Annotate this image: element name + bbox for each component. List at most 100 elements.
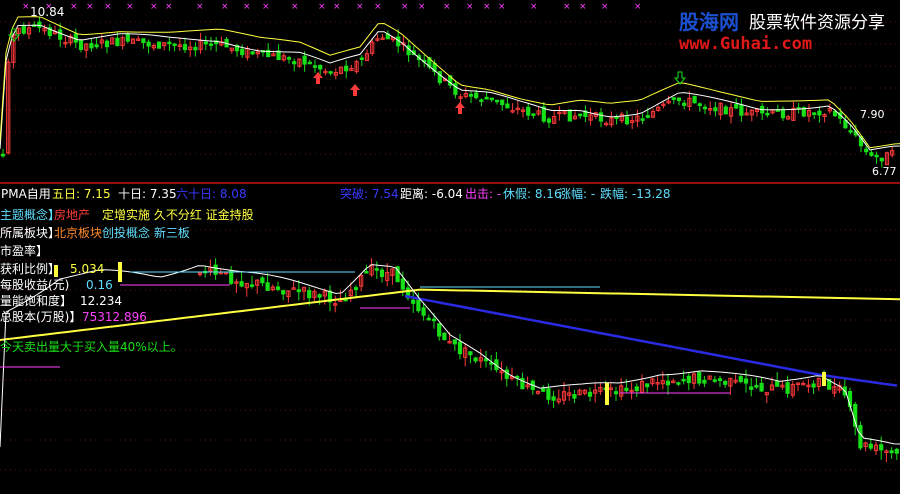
candle-body xyxy=(203,41,208,45)
eps-label: 每股收益(元) xyxy=(0,278,70,292)
candle-body xyxy=(296,289,301,293)
candle-body xyxy=(759,382,764,392)
candlestick-chart[interactable]: × × × × × × × × × × × × × × × × × × × × × × × × × × × × xyxy=(0,0,900,490)
candle-body xyxy=(182,44,188,51)
candle-body xyxy=(146,41,151,47)
candle-body xyxy=(858,425,863,449)
candle-body xyxy=(739,104,744,116)
candle-body xyxy=(634,386,639,392)
signal-marker: × xyxy=(443,2,451,12)
candle-body xyxy=(374,268,379,271)
candle-body xyxy=(249,284,255,287)
signal-marker: × xyxy=(418,2,426,12)
candle-body xyxy=(494,99,500,103)
candle-body xyxy=(452,339,457,345)
candle-body xyxy=(717,378,723,382)
candle-body xyxy=(676,97,682,102)
signal-marker: × xyxy=(22,2,30,12)
candle-body xyxy=(437,323,442,337)
signal-marker: × xyxy=(401,2,409,12)
candle-body xyxy=(640,118,645,121)
highlight-bar xyxy=(822,372,826,386)
candle-body xyxy=(250,51,255,55)
buy-arrow-icon xyxy=(455,102,465,114)
buy-arrow-icon xyxy=(350,84,360,96)
candle-body xyxy=(193,46,198,51)
ma60-value: 六十日: 8.08 xyxy=(176,187,247,201)
candle-body xyxy=(78,39,84,50)
candle-body xyxy=(442,332,447,341)
candle-body xyxy=(624,116,630,125)
exit-value: 出击: - xyxy=(465,187,502,201)
signal-marker: × xyxy=(333,2,341,12)
candle-body xyxy=(505,103,510,109)
eps-value: 0.16 xyxy=(86,278,113,292)
candle-body xyxy=(723,106,728,115)
candle-body xyxy=(208,43,214,46)
sell-arrow-icon xyxy=(673,71,687,85)
concept-sector: 房地产 xyxy=(54,208,91,222)
signal-marker: × xyxy=(530,2,538,12)
candle-body xyxy=(21,25,26,34)
candle-body xyxy=(307,290,312,299)
candle-body xyxy=(531,113,536,116)
watermark-brand: 股海网 xyxy=(679,10,739,34)
candle-body xyxy=(817,110,822,116)
signal-marker: × xyxy=(356,2,364,12)
candle-body xyxy=(292,61,297,65)
candle-body xyxy=(286,57,292,60)
candle-body xyxy=(702,379,707,384)
candle-body xyxy=(260,277,265,284)
candle-body xyxy=(500,99,505,106)
candle-body xyxy=(749,386,754,390)
candle-body xyxy=(811,383,816,388)
candle-body xyxy=(344,65,349,72)
candle-body xyxy=(484,96,489,100)
signal-marker: × xyxy=(262,2,270,12)
signal-marker: × xyxy=(104,2,112,12)
signal-marker: × xyxy=(563,2,571,12)
fall-value: 跌幅: -13.28 xyxy=(600,187,671,201)
candle-body xyxy=(265,282,270,291)
signal-marker: × xyxy=(579,2,587,12)
candle-body xyxy=(702,106,708,110)
candle-body xyxy=(411,299,416,304)
candle-body xyxy=(734,103,739,109)
candle-body xyxy=(775,380,780,387)
candle-body xyxy=(546,118,552,123)
candle-body xyxy=(665,380,671,386)
candle-body xyxy=(645,383,650,388)
candle-body xyxy=(848,130,853,133)
candle-body xyxy=(874,154,879,158)
candle-body xyxy=(426,317,431,321)
candle-body xyxy=(832,110,838,117)
candle-body xyxy=(167,41,172,45)
indicator-name[interactable]: PMA自用 xyxy=(1,187,51,201)
candle-body xyxy=(400,278,405,290)
candle-body xyxy=(587,391,593,397)
candle-body xyxy=(671,97,676,100)
candle-body xyxy=(468,351,473,356)
candle-body xyxy=(551,396,556,401)
candle-body xyxy=(686,375,691,384)
candle-body xyxy=(812,112,817,115)
candle-body xyxy=(613,391,619,395)
candle-body xyxy=(379,269,385,278)
signal-marker: × xyxy=(126,2,134,12)
signal-marker: × xyxy=(221,2,229,12)
right-price-label-low: 6.77 xyxy=(872,165,897,178)
candle-body xyxy=(156,41,162,49)
right-price-label: 7.90 xyxy=(860,108,885,121)
candle-body xyxy=(89,43,94,49)
candle-body xyxy=(894,448,899,454)
signal-marker: × xyxy=(243,2,251,12)
candle-body xyxy=(421,307,426,316)
candle-body xyxy=(785,382,790,394)
candle-body xyxy=(712,379,717,382)
shares-value: 75312.896 xyxy=(82,310,147,324)
candle-body xyxy=(780,108,786,119)
watermark-url: www.Guhai.com xyxy=(679,34,813,54)
shares-label: 总股本(万股)】 xyxy=(0,310,82,324)
candle-body xyxy=(864,148,869,153)
candle-body xyxy=(598,112,604,122)
